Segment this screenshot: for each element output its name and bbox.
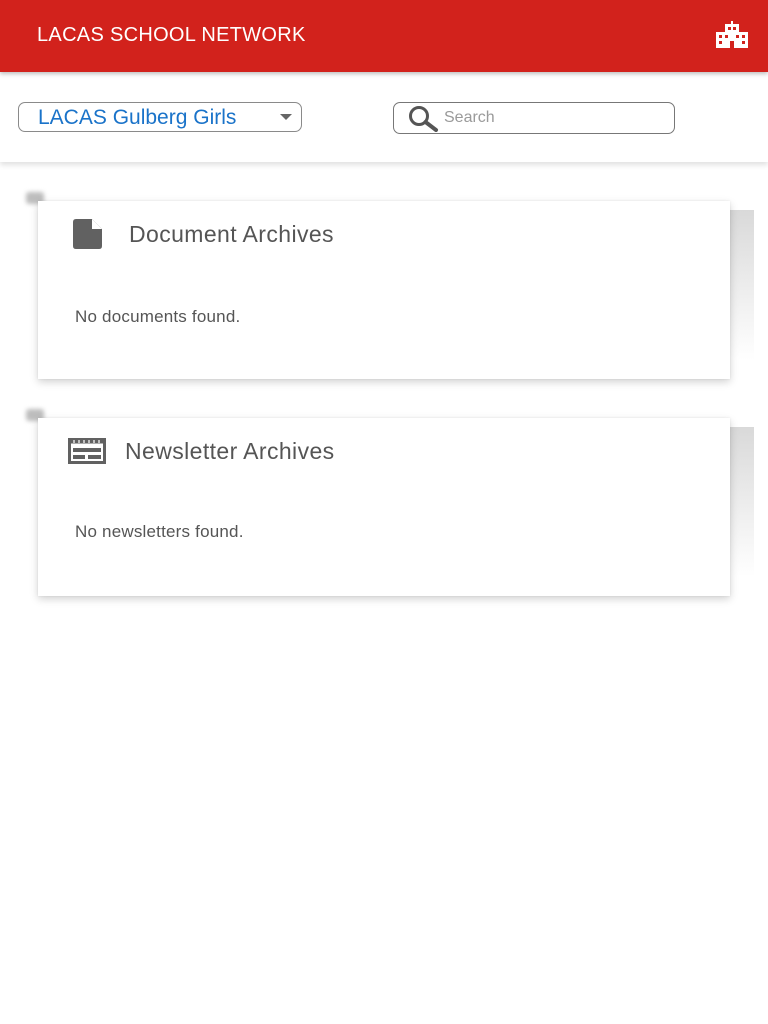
dropdown-arrow-icon [280,114,292,120]
app-title: LACAS SCHOOL NETWORK [37,24,306,46]
search-box[interactable] [393,102,675,134]
app-bar: LACAS SCHOOL NETWORK [0,0,768,72]
document-archives-section: Document Archives No documents found. [22,192,754,387]
filter-bar: LACAS Gulberg Girls [0,72,768,162]
school-select[interactable]: LACAS Gulberg Girls [18,102,302,132]
newsletter-archives-card: Newsletter Archives No newsletters found… [38,418,730,596]
newsletter-icon [68,438,106,469]
empty-message: No documents found. [75,307,241,326]
empty-message: No newsletters found. [75,522,244,541]
section-title: Document Archives [129,221,334,247]
school-building-icon[interactable] [712,20,752,52]
card-shadow [730,427,754,577]
section-title: Newsletter Archives [125,438,335,464]
document-icon [73,219,105,254]
school-select-value: LACAS Gulberg Girls [38,106,237,129]
card-shadow [730,210,754,360]
newsletter-archives-section: Newsletter Archives No newsletters found… [22,409,754,604]
search-icon [406,104,440,132]
document-archives-card: Document Archives No documents found. [38,201,730,379]
search-input[interactable] [444,107,664,129]
